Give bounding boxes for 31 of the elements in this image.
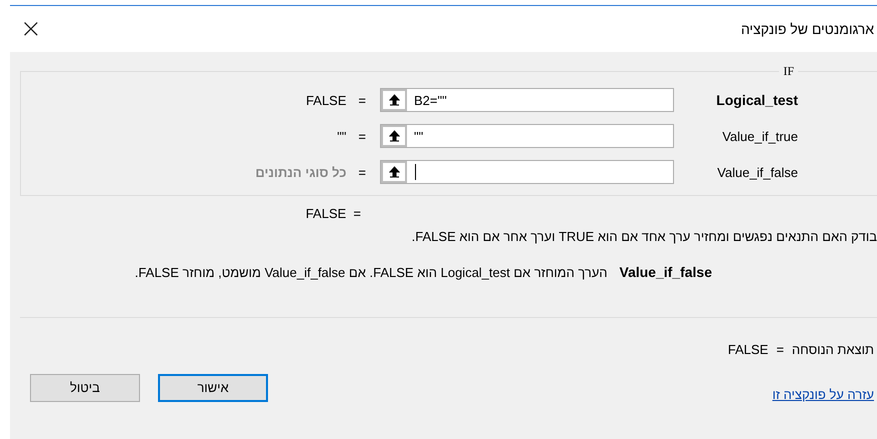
function-name: IF bbox=[782, 64, 795, 79]
argument-label: Value_if_true bbox=[721, 128, 798, 144]
equals-sign: = bbox=[358, 164, 366, 180]
argument-label: Logical_test bbox=[715, 92, 798, 108]
equals-sign: = bbox=[776, 342, 784, 357]
function-description: בודק האם התנאים נפגשים ומחזיר ערך אחד אם הוא TRUE וערך אחר אם הוא FALSE. bbox=[410, 229, 877, 244]
equals-sign: = bbox=[358, 92, 366, 108]
formula-result-label: תוצאת הנוסחה bbox=[792, 342, 874, 357]
argument-result: "" bbox=[337, 128, 346, 144]
upload-arrow-icon bbox=[388, 130, 400, 142]
collapse-button[interactable] bbox=[381, 125, 407, 147]
argument-name: Value_if_false bbox=[619, 264, 712, 282]
close-button[interactable]: × bbox=[16, 16, 46, 42]
upload-arrow-icon bbox=[388, 94, 400, 106]
argument-field[interactable]: "" bbox=[380, 124, 674, 148]
argument-field[interactable] bbox=[380, 160, 674, 184]
help-link[interactable]: עזרה על פונקציה זו bbox=[772, 387, 874, 402]
argument-description: הערך המוחזר אם Logical_test הוא FALSE. אם Value_if_false מושמט, מוחזר FALSE. bbox=[134, 264, 608, 282]
collapse-button[interactable] bbox=[381, 89, 407, 111]
window-title: ארגומנטים של פונקציה bbox=[740, 21, 874, 37]
function-result: FALSE = bbox=[306, 206, 361, 221]
cancel-button[interactable]: ביטול bbox=[30, 374, 140, 402]
formula-result-value: FALSE bbox=[728, 342, 768, 357]
collapse-button[interactable] bbox=[381, 161, 407, 183]
argument-field[interactable]: B2="" bbox=[380, 88, 674, 112]
argument-result: כל סוגי הנתונים bbox=[255, 164, 346, 180]
equals-sign: = bbox=[358, 128, 366, 144]
argument-label: Value_if_false bbox=[716, 164, 798, 180]
argument-result: FALSE bbox=[306, 92, 346, 108]
upload-arrow-icon bbox=[388, 166, 400, 178]
ok-button[interactable]: אישור bbox=[158, 374, 268, 402]
